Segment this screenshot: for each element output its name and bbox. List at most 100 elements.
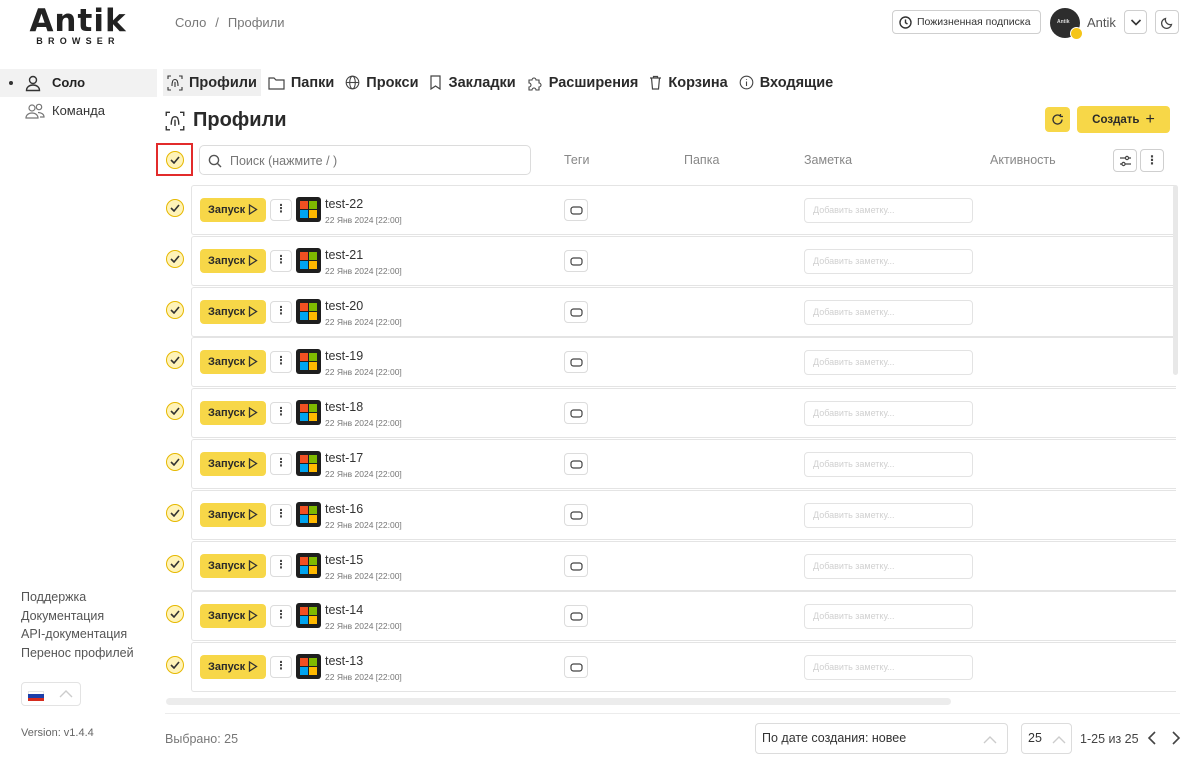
table-row[interactable]: Запуск ⋮ test-16 22 Янв 2024 [22:00] Доб… <box>156 489 1176 540</box>
note-input[interactable]: Добавить заметку... <box>804 502 973 528</box>
tab-proxies[interactable]: Прокси <box>341 69 422 96</box>
tab-inbox[interactable]: Входящие <box>735 69 838 96</box>
add-tag-button[interactable] <box>564 605 588 628</box>
launch-button[interactable]: Запуск <box>200 604 266 629</box>
table-row[interactable]: Запуск ⋮ test-14 22 Янв 2024 [22:00] Доб… <box>156 591 1176 642</box>
add-tag-button[interactable] <box>564 249 588 272</box>
theme-toggle-button[interactable] <box>1155 10 1179 34</box>
profile-name[interactable]: test-22 <box>325 197 363 211</box>
profile-name[interactable]: test-14 <box>325 603 363 617</box>
note-input[interactable]: Добавить заметку... <box>804 604 973 630</box>
profile-name[interactable]: test-21 <box>325 248 363 262</box>
table-row[interactable]: Запуск ⋮ test-22 22 Янв 2024 [22:00] Доб… <box>156 185 1176 235</box>
note-input[interactable]: Добавить заметку... <box>804 248 973 274</box>
tab-profiles[interactable]: Профили <box>163 69 261 96</box>
table-row[interactable]: Запуск ⋮ test-21 22 Янв 2024 [22:00] Доб… <box>156 235 1176 286</box>
table-row[interactable]: Запуск ⋮ test-19 22 Янв 2024 [22:00] Доб… <box>156 337 1176 388</box>
profile-name[interactable]: test-18 <box>325 400 363 414</box>
api-docs-link[interactable]: API-документация <box>21 625 134 644</box>
sidebar-item-solo[interactable]: Соло <box>0 69 157 97</box>
more-options-button[interactable]: ⋮ <box>1140 149 1164 172</box>
profile-menu-button[interactable]: ⋮ <box>270 300 292 323</box>
profile-name[interactable]: test-16 <box>325 502 363 516</box>
profile-name[interactable]: test-20 <box>325 299 363 313</box>
note-input[interactable]: Добавить заметку... <box>804 655 973 681</box>
search-field[interactable] <box>199 145 531 175</box>
profile-menu-button[interactable]: ⋮ <box>270 503 292 526</box>
profile-menu-button[interactable]: ⋮ <box>270 453 292 475</box>
chevron-right-icon[interactable] <box>1170 730 1182 746</box>
tab-bookmarks[interactable]: Закладки <box>425 69 519 96</box>
avatar[interactable]: Antik <box>1050 8 1083 40</box>
profile-menu-button[interactable]: ⋮ <box>270 402 292 425</box>
table-row[interactable]: Запуск ⋮ test-18 22 Янв 2024 [22:00] Доб… <box>156 388 1176 439</box>
profile-name[interactable]: test-17 <box>325 451 363 465</box>
sort-select[interactable]: По дате создания: новее <box>755 723 1008 754</box>
profile-menu-button[interactable]: ⋮ <box>270 554 292 577</box>
user-menu-button[interactable] <box>1124 10 1147 34</box>
select-all-checkbox[interactable] <box>166 151 184 169</box>
profile-menu-button[interactable]: ⋮ <box>270 656 292 679</box>
note-input[interactable]: Добавить заметку... <box>804 350 973 376</box>
note-input[interactable]: Добавить заметку... <box>804 198 973 223</box>
row-checkbox[interactable] <box>166 249 184 268</box>
launch-button[interactable]: Запуск <box>200 502 266 527</box>
table-row[interactable]: Запуск ⋮ test-20 22 Янв 2024 [22:00] Доб… <box>156 286 1176 337</box>
row-checkbox[interactable] <box>166 656 184 675</box>
launch-button[interactable]: Запуск <box>200 350 266 375</box>
note-input[interactable]: Добавить заметку... <box>804 452 973 477</box>
profile-name[interactable]: test-19 <box>325 349 363 363</box>
support-link[interactable]: Поддержка <box>21 588 134 607</box>
vertical-scrollbar[interactable] <box>1173 185 1178 375</box>
tab-trash[interactable]: Корзина <box>645 69 731 96</box>
launch-button[interactable]: Запуск <box>200 198 266 222</box>
launch-button[interactable]: Запуск <box>200 553 266 578</box>
column-settings-button[interactable] <box>1113 149 1137 172</box>
table-row[interactable]: Запуск ⋮ test-13 22 Янв 2024 [22:00] Доб… <box>156 642 1176 693</box>
launch-button[interactable]: Запуск <box>200 248 266 273</box>
language-selector[interactable] <box>21 682 81 706</box>
refresh-button[interactable] <box>1045 107 1070 132</box>
add-tag-button[interactable] <box>564 300 588 323</box>
profile-menu-button[interactable]: ⋮ <box>270 351 292 374</box>
column-header-activity[interactable]: Активность <box>990 153 1056 167</box>
create-profile-button[interactable]: Создать + <box>1077 106 1170 133</box>
note-input[interactable]: Добавить заметку... <box>804 553 973 579</box>
column-header-tags[interactable]: Теги <box>564 153 589 167</box>
row-checkbox[interactable] <box>166 503 184 522</box>
add-tag-button[interactable] <box>564 656 588 679</box>
docs-link[interactable]: Документация <box>21 607 134 626</box>
add-tag-button[interactable] <box>564 554 588 577</box>
breadcrumb-solo[interactable]: Соло <box>175 15 206 30</box>
subscription-button[interactable]: Пожизненная подписка <box>892 10 1041 34</box>
launch-button[interactable]: Запуск <box>200 452 266 476</box>
horizontal-scrollbar[interactable] <box>166 698 951 705</box>
profile-menu-button[interactable]: ⋮ <box>270 249 292 272</box>
per-page-select[interactable]: 25 <box>1021 723 1072 754</box>
sidebar-item-team[interactable]: Команда <box>0 97 157 125</box>
add-tag-button[interactable] <box>564 351 588 374</box>
add-tag-button[interactable] <box>564 453 588 475</box>
note-input[interactable]: Добавить заметку... <box>804 299 973 325</box>
column-header-folder[interactable]: Папка <box>684 153 719 167</box>
note-input[interactable]: Добавить заметку... <box>804 401 973 427</box>
launch-button[interactable]: Запуск <box>200 401 266 426</box>
add-tag-button[interactable] <box>564 503 588 526</box>
row-checkbox[interactable] <box>166 402 184 421</box>
profile-transfer-link[interactable]: Перенос профилей <box>21 644 134 663</box>
chevron-left-icon[interactable] <box>1146 730 1158 746</box>
row-checkbox[interactable] <box>166 605 184 624</box>
row-checkbox[interactable] <box>166 199 184 217</box>
add-tag-button[interactable] <box>564 402 588 425</box>
profile-name[interactable]: test-15 <box>325 553 363 567</box>
table-row[interactable]: Запуск ⋮ test-17 22 Янв 2024 [22:00] Доб… <box>156 439 1176 489</box>
profile-menu-button[interactable]: ⋮ <box>270 199 292 221</box>
profile-menu-button[interactable]: ⋮ <box>270 605 292 628</box>
tab-folders[interactable]: Папки <box>264 69 338 96</box>
launch-button[interactable]: Запуск <box>200 655 266 680</box>
add-tag-button[interactable] <box>564 199 588 221</box>
column-header-note[interactable]: Заметка <box>804 153 852 167</box>
profile-name[interactable]: test-13 <box>325 654 363 668</box>
row-checkbox[interactable] <box>166 453 184 471</box>
search-input[interactable] <box>230 151 520 171</box>
